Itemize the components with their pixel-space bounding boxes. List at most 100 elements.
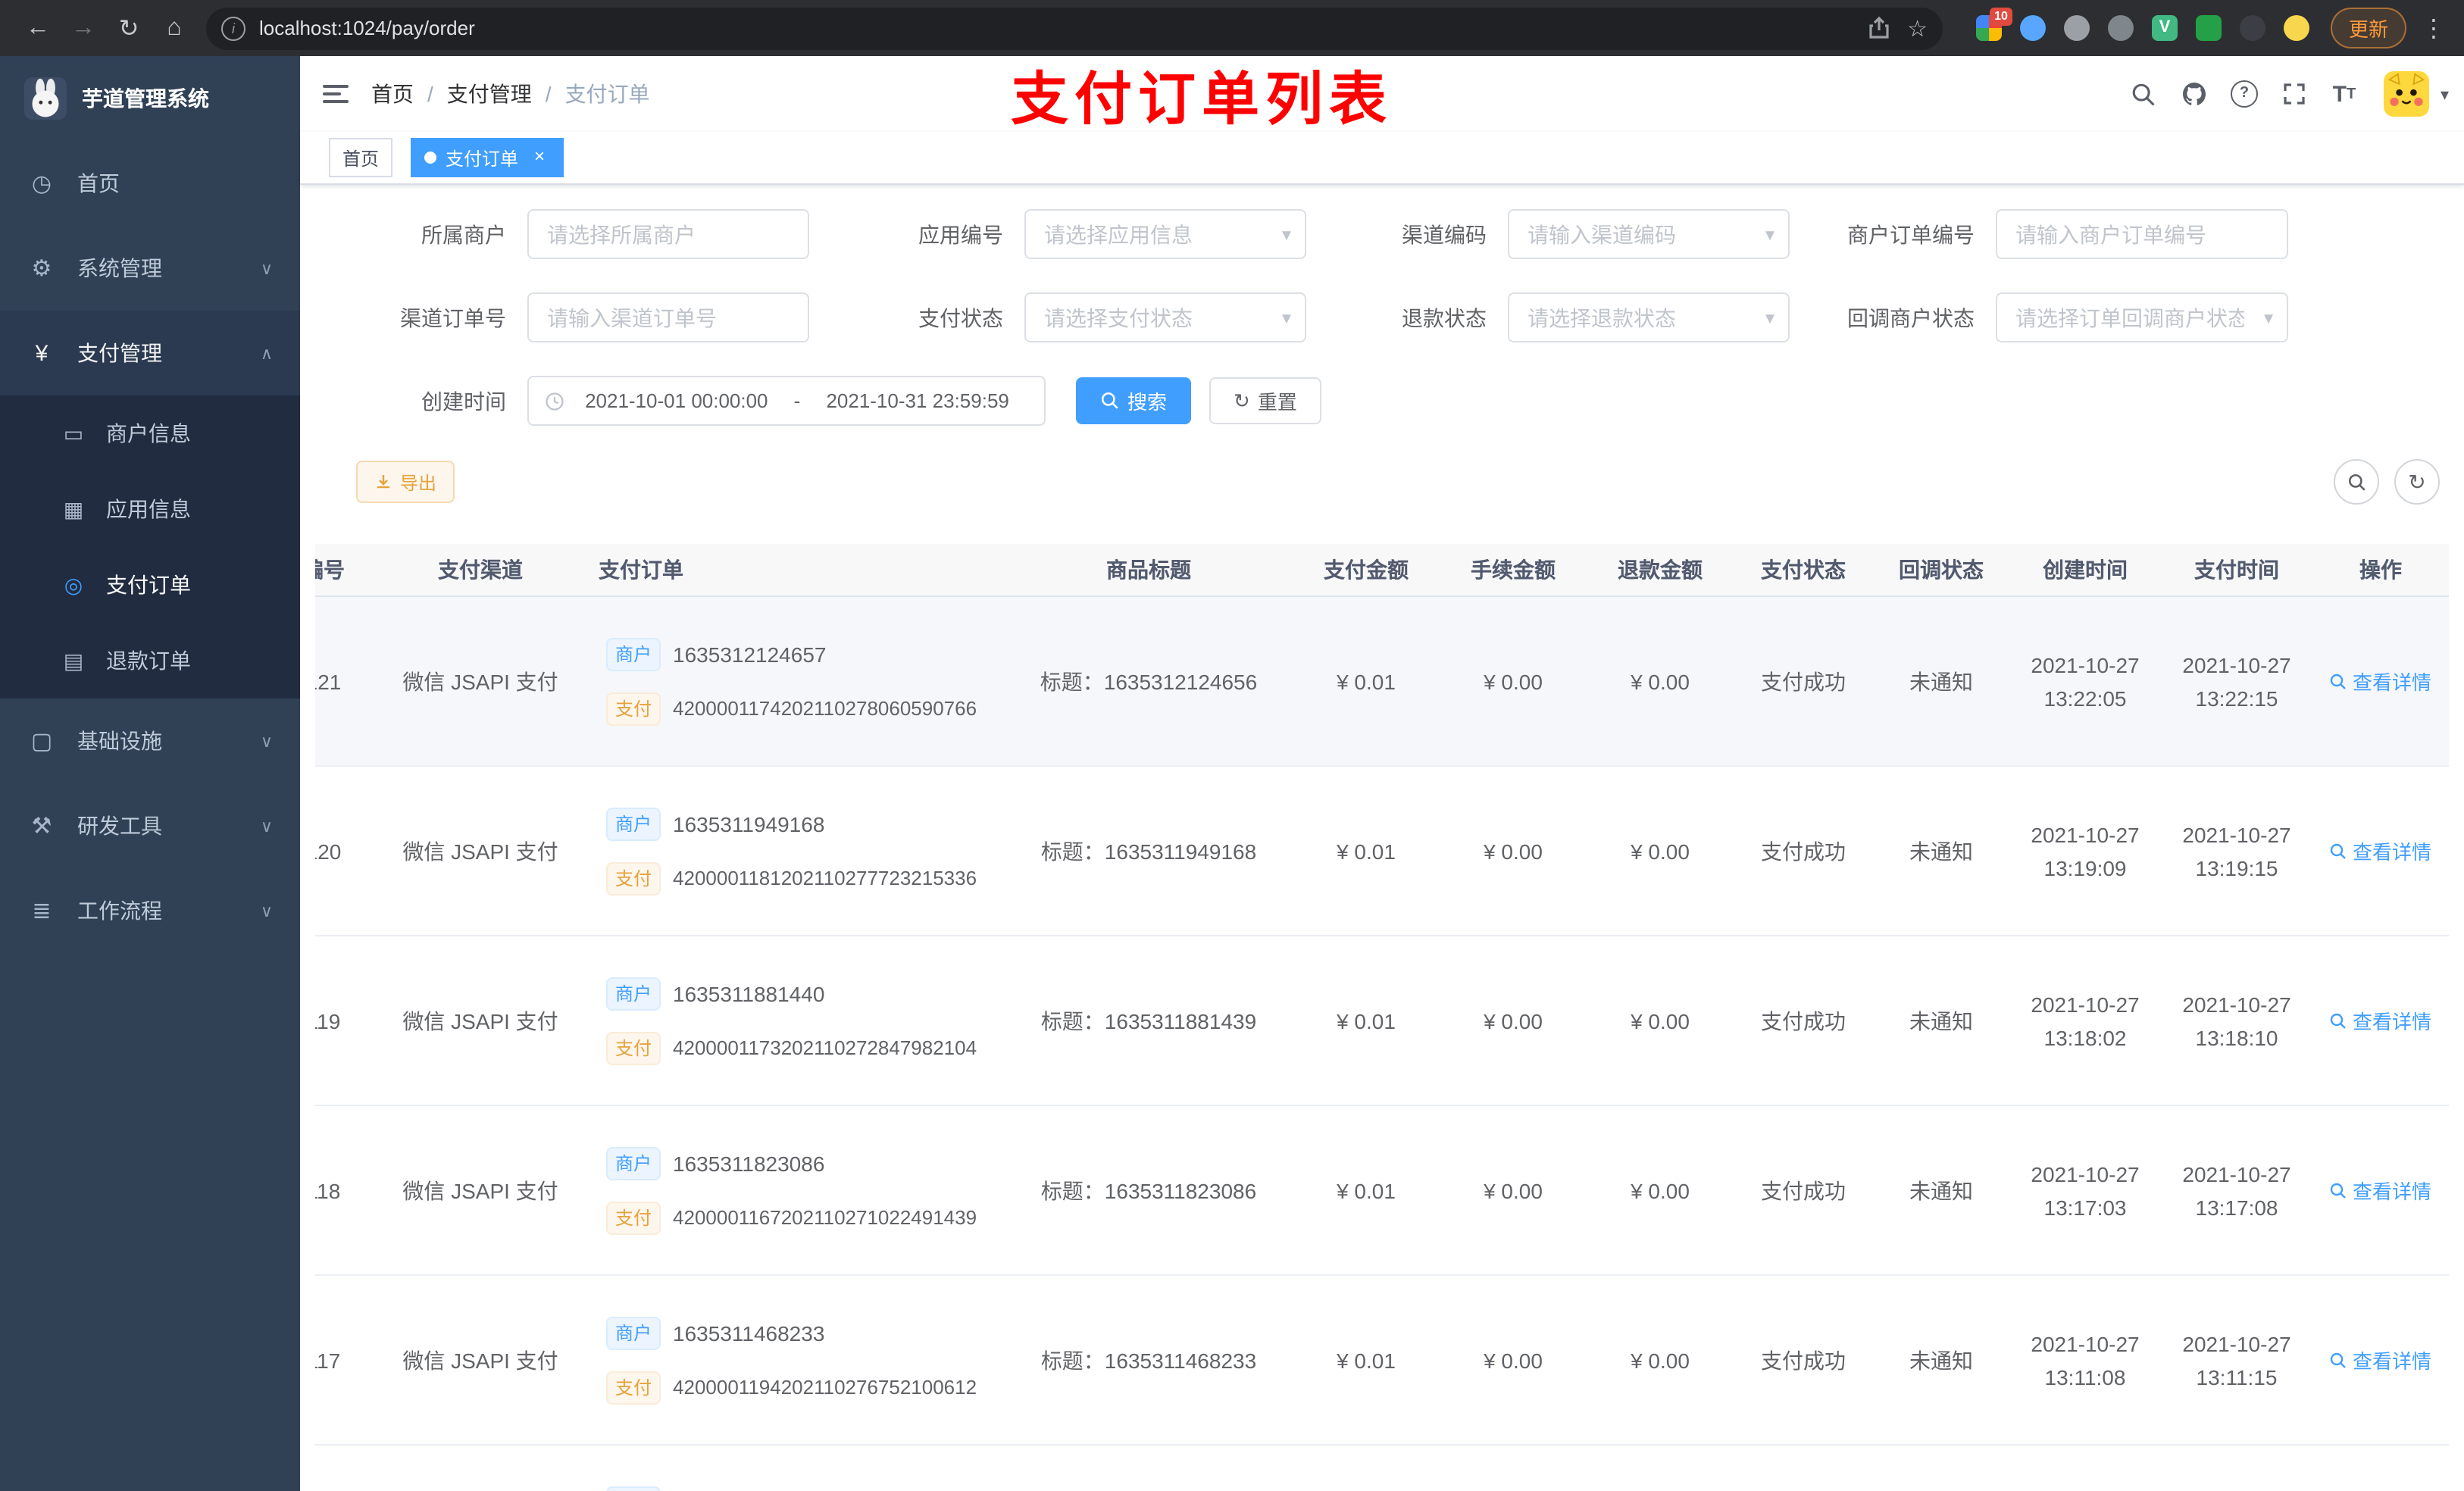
sidebar-item-label: 支付管理: [77, 341, 162, 365]
merchant-order-no-field[interactable]: [1996, 209, 2288, 259]
view-detail-link[interactable]: 查看详情: [2330, 1176, 2431, 1205]
view-detail-label: 查看详情: [2352, 1011, 2431, 1033]
address-bar[interactable]: i localhost:1024/pay/order ☆: [206, 7, 1943, 49]
sidebar-item-dev-tools[interactable]: ⚒ 研发工具 ∨: [0, 783, 300, 868]
sidebar-item-home[interactable]: ◷ 首页: [0, 141, 300, 226]
url-text[interactable]: localhost:1024/pay/order: [259, 17, 475, 39]
col-pay-time: 支付时间: [2161, 544, 2312, 597]
date-range-picker[interactable]: 2021-10-01 00:00:00 - 2021-10-31 23:59:5…: [527, 376, 1046, 426]
sidebar-item-refund-order[interactable]: ▤ 退款订单: [0, 623, 300, 699]
notify-status-select[interactable]: ▾: [1996, 292, 2288, 342]
cell-actions: 查看详情: [2312, 1445, 2449, 1491]
extension-icon-pin[interactable]: [2239, 15, 2265, 41]
home-icon[interactable]: ⌂: [152, 5, 197, 51]
date-start[interactable]: 2021-10-01 00:00:00: [565, 389, 788, 412]
sidebar-item-infrastructure[interactable]: ▢ 基础设施 ∨: [0, 699, 300, 783]
merchant-select[interactable]: [527, 209, 809, 259]
breadcrumb-separator: /: [545, 82, 552, 106]
reset-button[interactable]: ↻ 重置: [1209, 377, 1321, 424]
app-input[interactable]: [1024, 209, 1306, 259]
app-select[interactable]: ▾: [1024, 209, 1306, 259]
pay-status-input[interactable]: [1024, 292, 1306, 342]
toggle-search-icon[interactable]: [2334, 459, 2379, 505]
cell-order: 商户 1635311823086 支付 42000011672021102710…: [565, 1105, 1005, 1276]
cell-order: 商户 1635311468233 支付 42000011942021102767…: [565, 1275, 1005, 1446]
view-detail-link[interactable]: 查看详情: [2330, 1346, 2431, 1374]
view-detail-link[interactable]: 查看详情: [2330, 667, 2431, 695]
export-button[interactable]: 导出: [356, 461, 455, 503]
help-icon[interactable]: ?: [2219, 56, 2269, 132]
search-icon[interactable]: [2119, 56, 2169, 132]
cell-pay-amount: ¥ 0.01: [1293, 1275, 1440, 1446]
refresh-table-icon[interactable]: ↻: [2394, 459, 2440, 505]
sidebar-item-workflow[interactable]: ≣ 工作流程 ∨: [0, 868, 300, 953]
close-icon[interactable]: ×: [529, 146, 550, 168]
extension-icon-drop[interactable]: [2019, 15, 2046, 41]
channel-order-no: 4200001173202110272847982104: [673, 1036, 977, 1059]
extension-icon-vue[interactable]: V: [2151, 15, 2178, 41]
forward-icon[interactable]: →: [61, 5, 106, 51]
back-icon[interactable]: ←: [15, 5, 61, 51]
search-button[interactable]: 搜索: [1076, 377, 1192, 424]
notify-status-input[interactable]: [1996, 292, 2288, 342]
extension-icon-grid[interactable]: 10: [1975, 8, 2012, 41]
extension-icon-chat[interactable]: [2195, 15, 2222, 41]
sidebar-item-label: 基础设施: [77, 729, 162, 753]
reload-icon[interactable]: ↻: [106, 5, 152, 51]
cell-id: 121: [315, 596, 396, 767]
hamburger-icon[interactable]: [300, 56, 371, 132]
filter-field-pay-status: 支付状态 ▾: [846, 292, 1306, 342]
sidebar-item-app-info[interactable]: ▦ 应用信息: [0, 471, 300, 547]
cell-actions: 查看详情: [2312, 936, 2449, 1106]
date-separator: -: [793, 389, 801, 412]
date-end[interactable]: 2021-10-31 23:59:59: [806, 389, 1029, 412]
sidebar-item-system[interactable]: ⚙ 系统管理 ∨: [0, 226, 300, 311]
merchant-order-no-input[interactable]: [1996, 209, 2288, 259]
github-icon[interactable]: [2169, 56, 2219, 132]
view-detail-link[interactable]: 查看详情: [2330, 836, 2431, 865]
breadcrumb: 首页 / 支付管理 / 支付订单: [371, 79, 650, 109]
extension-icon-gray[interactable]: [2063, 15, 2090, 41]
cell-pay-time: 2021-10-27 13:19:15: [2161, 766, 2312, 936]
page-content: 所属商户 应用编号 ▾ 渠道编码: [300, 185, 2464, 1491]
bookmark-star-icon[interactable]: ☆: [1907, 14, 1928, 42]
extension-icon-shield[interactable]: [2107, 15, 2134, 41]
view-detail-link[interactable]: 查看详情: [2330, 1006, 2431, 1035]
fullscreen-icon[interactable]: [2269, 56, 2319, 132]
extension-badge: 10: [1990, 8, 2012, 26]
channel-code-select[interactable]: ▾: [1508, 209, 1790, 259]
view-detail-label: 查看详情: [2352, 671, 2431, 694]
filter-row-3: 创建时间 2021-10-01 00:00:00 - 2021-10-31 23…: [315, 376, 2449, 426]
font-size-icon[interactable]: TT: [2319, 56, 2369, 132]
chrome-update-button[interactable]: 更新: [2330, 8, 2406, 48]
refund-status-select[interactable]: ▾: [1508, 292, 1790, 342]
app-logo[interactable]: 芋道管理系统: [0, 56, 300, 141]
sidebar-item-pay-order[interactable]: ◎ 支付订单: [0, 547, 300, 623]
sidebar-item-label: 应用信息: [106, 497, 191, 521]
target-icon: ◎: [64, 572, 83, 596]
cell-refund-amount: ¥ 0.00: [1587, 1275, 1734, 1446]
magnifier-icon: [2330, 1181, 2348, 1199]
extension-icon-face[interactable]: [2283, 15, 2309, 41]
user-menu[interactable]: ▾: [2384, 71, 2449, 117]
breadcrumb-payment[interactable]: 支付管理: [447, 79, 532, 109]
merchant-order-no: 1635311823086: [673, 1151, 825, 1175]
tab-home[interactable]: 首页: [329, 138, 393, 177]
breadcrumb-home[interactable]: 首页: [371, 79, 414, 109]
merchant-input[interactable]: [527, 209, 809, 259]
sidebar-item-payment[interactable]: ¥ 支付管理 ∧: [0, 311, 300, 395]
cell-id: 118: [315, 1105, 396, 1276]
channel-order-no-field[interactable]: [527, 292, 809, 342]
browser-menu-icon[interactable]: ⋮: [2419, 13, 2449, 43]
site-info-icon[interactable]: i: [221, 16, 245, 40]
channel-order-no-input[interactable]: [527, 292, 809, 342]
channel-code-input[interactable]: [1508, 209, 1790, 259]
sidebar-item-merchant-info[interactable]: ▭ 商户信息: [0, 395, 300, 471]
share-icon[interactable]: [1868, 17, 1889, 39]
tab-pay-order[interactable]: 支付订单 ×: [411, 138, 564, 177]
col-fee-amount: 手续金额: [1440, 544, 1587, 597]
cell-pay-time: 2021-10-27 13:18:10: [2161, 936, 2312, 1106]
refund-status-input[interactable]: [1508, 292, 1790, 342]
sidebar-item-label: 研发工具: [77, 814, 162, 838]
pay-status-select[interactable]: ▾: [1024, 292, 1306, 342]
